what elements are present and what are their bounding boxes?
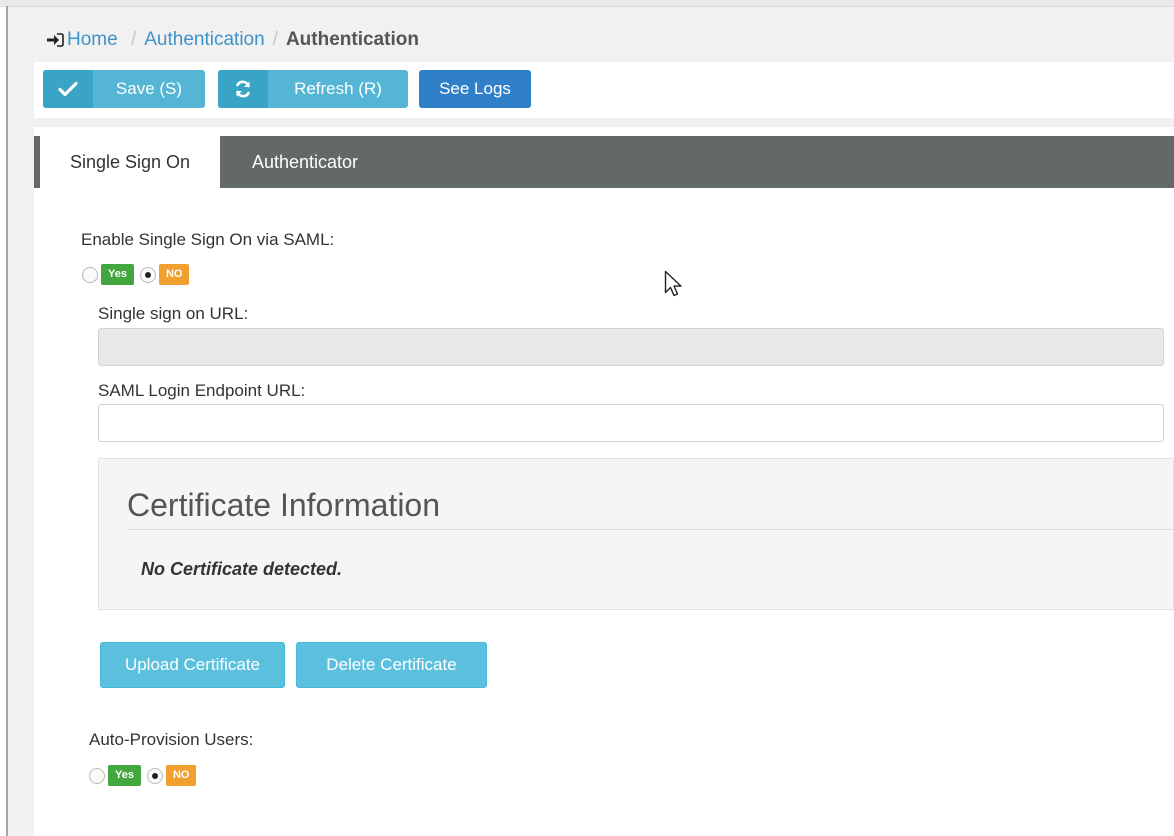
sso-url-label: Single sign on URL: xyxy=(98,304,249,323)
tab-single-sign-on[interactable]: Single Sign On xyxy=(40,136,220,188)
certificate-divider xyxy=(127,529,1174,530)
see-logs-button[interactable]: See Logs xyxy=(419,70,531,108)
refresh-button-label: Refresh (R) xyxy=(294,79,382,98)
enable-sso-label: Enable Single Sign On via SAML: xyxy=(81,230,335,249)
enable-sso-no-radio[interactable] xyxy=(139,266,156,283)
top-border xyxy=(0,0,1174,7)
delete-certificate-button[interactable]: Delete Certificate xyxy=(296,642,487,688)
auto-provision-yes-radio[interactable] xyxy=(89,767,105,784)
action-toolbar: Save (S) Refresh (R) See Logs xyxy=(34,62,1174,118)
breadcrumb-separator: / xyxy=(272,29,278,50)
no-tag: NO xyxy=(165,765,197,786)
tab-authenticator[interactable]: Authenticator xyxy=(220,136,390,188)
auto-provision-no-radio[interactable] xyxy=(146,767,163,784)
saml-endpoint-label: SAML Login Endpoint URL: xyxy=(98,381,306,400)
breadcrumb: Home / Authentication / Authentication xyxy=(46,29,419,53)
refresh-icon xyxy=(218,70,268,108)
sign-in-icon xyxy=(46,31,64,53)
auto-provision-label: Auto-Provision Users: xyxy=(89,730,254,749)
certificate-information-title: Certificate Information xyxy=(127,487,441,523)
saml-endpoint-input[interactable] xyxy=(98,404,1164,442)
yes-tag: Yes xyxy=(108,765,141,786)
save-button[interactable]: Save (S) xyxy=(43,70,205,108)
check-icon xyxy=(43,70,93,108)
auto-provision-radio-group: Yes NO xyxy=(89,765,202,786)
no-tag: NO xyxy=(158,264,190,285)
breadcrumb-section-link[interactable]: Authentication xyxy=(144,29,264,50)
breadcrumb-home-label: Home xyxy=(67,29,118,50)
refresh-button[interactable]: Refresh (R) xyxy=(218,70,408,108)
upload-certificate-button[interactable]: Upload Certificate xyxy=(100,642,285,688)
enable-sso-radio-group: Yes NO xyxy=(82,264,195,285)
yes-tag: Yes xyxy=(101,264,134,285)
enable-sso-yes-radio[interactable] xyxy=(82,266,98,283)
certificate-status-message: No Certificate detected. xyxy=(141,559,343,579)
breadcrumb-current: Authentication xyxy=(285,29,419,50)
mouse-cursor-icon xyxy=(664,270,684,305)
sso-url-input[interactable] xyxy=(98,328,1164,366)
tab-bar: Single Sign On Authenticator xyxy=(34,136,1174,188)
main-panel: Single Sign On Authenticator Enable Sing… xyxy=(34,127,1174,836)
breadcrumb-separator: / xyxy=(130,29,137,50)
save-button-label: Save (S) xyxy=(115,79,183,98)
certificate-information-panel: Certificate Information No Certificate d… xyxy=(98,458,1174,610)
breadcrumb-home-link[interactable]: Home xyxy=(46,29,123,50)
